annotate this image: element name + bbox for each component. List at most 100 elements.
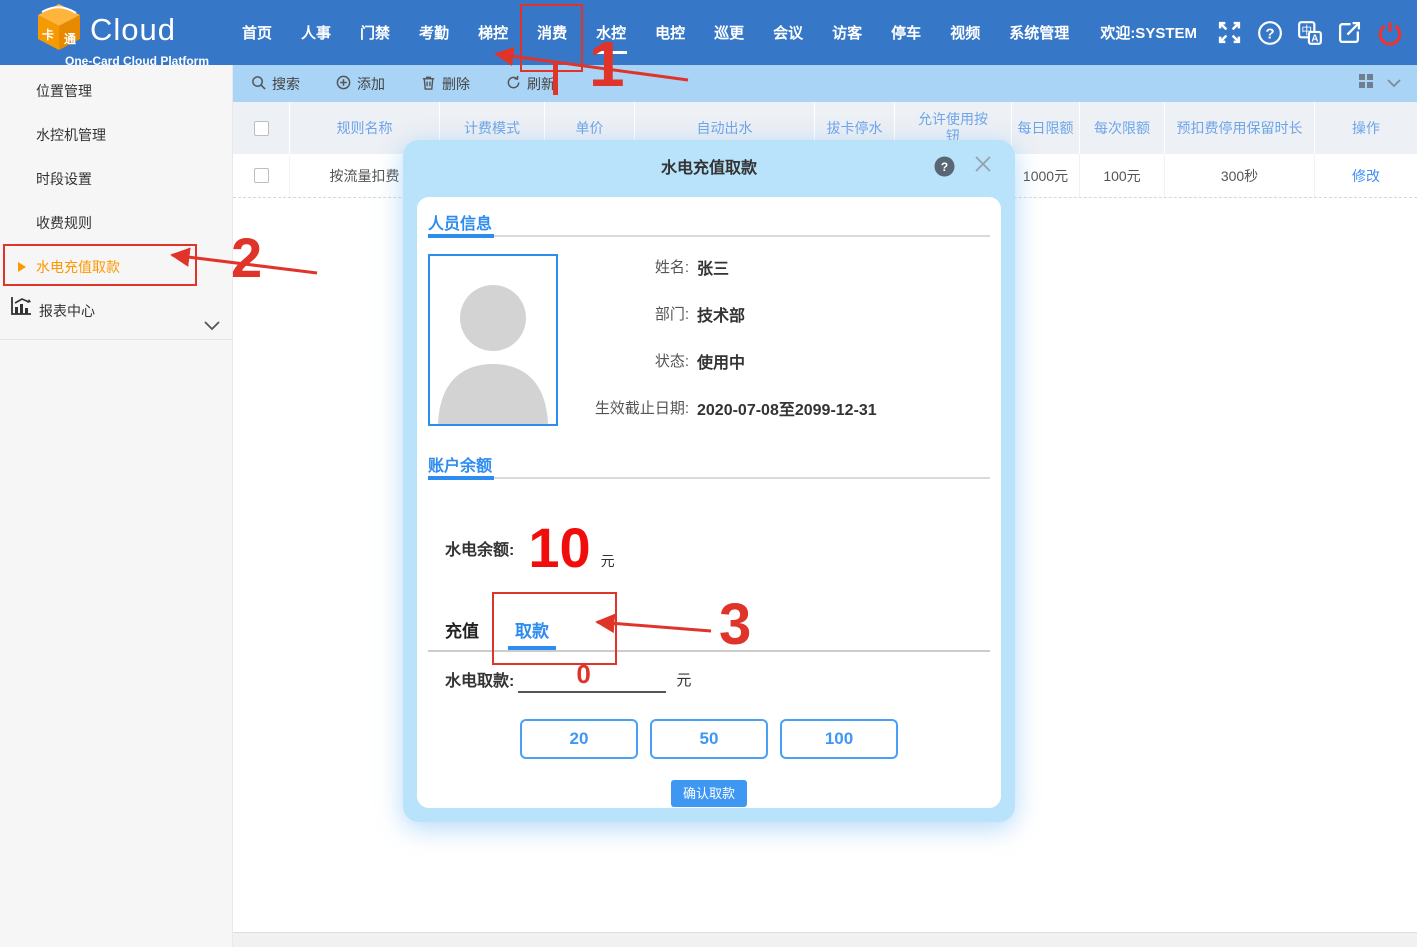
grid-view-icon[interactable] (1359, 74, 1373, 93)
person-field-row: 部门: 技术部 (567, 290, 992, 337)
toolbar: 搜索 添加 删除 (233, 65, 1417, 102)
modify-link[interactable]: 修改 (1315, 154, 1417, 197)
cell-hold-time: 300秒 (1165, 154, 1315, 197)
amount-50-button[interactable]: 50 (650, 719, 768, 759)
nav-item-elevator[interactable]: 梯控 (473, 20, 513, 45)
footer-strip (233, 932, 1417, 947)
field-label: 姓名: (567, 256, 697, 277)
select-all-checkbox[interactable] (254, 121, 269, 136)
nav-item-home[interactable]: 首页 (237, 20, 277, 45)
col-header-action: 操作 (1315, 102, 1417, 154)
tab-active-underline (508, 646, 556, 650)
amount-20-button[interactable]: 20 (520, 719, 638, 759)
person-field-row: 生效截止日期: 2020-07-08至2099-12-31 (567, 384, 992, 431)
app-window: 卡 通 Cloud One-Card Cloud Platform 首页 人事 … (0, 0, 1417, 947)
tab-bar: 充值 取款 (445, 617, 549, 642)
sidebar-item-charge-rules[interactable]: 收费规则 (0, 201, 232, 245)
sidebar-item-location[interactable]: 位置管理 (0, 69, 232, 113)
balance-unit: 元 (601, 551, 615, 571)
dialog-title: 水电充值取款 (403, 140, 1015, 197)
col-header-per-limit: 每次限额 (1080, 102, 1165, 154)
amount-100-button[interactable]: 100 (780, 719, 898, 759)
row-checkbox[interactable] (254, 168, 269, 183)
nav-item-consume[interactable]: 消费 (532, 20, 572, 45)
toolbar-right-group (1359, 65, 1401, 102)
nav-item-parking[interactable]: 停车 (886, 20, 926, 45)
fullscreen-icon[interactable] (1216, 19, 1243, 46)
brand-logo: 卡 通 Cloud One-Card Cloud Platform (36, 2, 238, 68)
nav-right-group: 欢迎:SYSTEM ? 中 (1100, 0, 1403, 65)
section-accent-bar (428, 476, 494, 480)
person-photo (428, 254, 558, 426)
field-label: 状态: (567, 350, 697, 371)
withdraw-amount-input[interactable]: 0 (518, 667, 666, 693)
sidebar-item-label: 水控机管理 (36, 127, 106, 143)
sidebar: 位置管理 水控机管理 时段设置 收费规则 水电充值取款 (0, 65, 233, 947)
sidebar-item-label: 时段设置 (36, 171, 92, 187)
refresh-label: 刷新 (527, 74, 555, 94)
withdraw-input-value: 0 (576, 659, 590, 690)
withdraw-input-row: 水电取款: 0 元 (445, 665, 691, 693)
cube-logo-icon: 卡 通 (36, 2, 82, 57)
nav-item-electric[interactable]: 电控 (650, 20, 690, 45)
col-header-hold-time: 预扣费停用保留时长 (1165, 102, 1315, 154)
brand-name: Cloud (90, 12, 176, 48)
add-circle-icon (336, 75, 351, 93)
balance-row: 水电余额: 10 元 (445, 515, 615, 581)
tab-divider (428, 650, 990, 652)
field-value: 技术部 (697, 302, 745, 326)
delete-button[interactable]: 删除 (421, 74, 470, 94)
person-field-row: 姓名: 张三 (567, 243, 992, 290)
confirm-withdraw-button[interactable]: 确认取款 (671, 780, 747, 807)
field-label: 生效截止日期: (567, 397, 697, 418)
bar-chart-icon (10, 289, 32, 333)
section-accent-bar (428, 234, 494, 238)
recharge-withdraw-dialog: 水电充值取款 ? 人员信息 (403, 140, 1015, 822)
chevron-down-icon[interactable] (1387, 75, 1401, 93)
nav-item-personnel[interactable]: 人事 (296, 20, 336, 45)
help-icon[interactable]: ? (1256, 19, 1283, 46)
nav-item-patrol[interactable]: 巡更 (709, 20, 749, 45)
add-button[interactable]: 添加 (336, 74, 385, 94)
sidebar-item-recharge-withdraw[interactable]: 水电充值取款 (0, 245, 232, 289)
external-link-icon[interactable] (1336, 19, 1363, 46)
trash-icon (421, 75, 436, 93)
select-all-cell (233, 102, 290, 154)
sidebar-item-report-center[interactable]: 报表中心 (0, 289, 232, 333)
section-divider (428, 477, 990, 479)
delete-label: 删除 (442, 74, 470, 94)
sidebar-item-label: 收费规则 (36, 215, 92, 231)
search-icon (251, 75, 266, 93)
nav-item-attendance[interactable]: 考勤 (414, 20, 454, 45)
nav-item-access[interactable]: 门禁 (355, 20, 395, 45)
col-header-daily-limit: 每日限额 (1012, 102, 1080, 154)
field-label: 部门: (567, 303, 697, 324)
nav-item-system[interactable]: 系统管理 (1004, 20, 1074, 45)
tab-withdraw[interactable]: 取款 (515, 617, 549, 642)
refresh-button[interactable]: 刷新 (506, 74, 555, 94)
search-label: 搜索 (272, 74, 300, 94)
nav-item-meeting[interactable]: 会议 (768, 20, 808, 45)
cell-daily-limit: 1000元 (1012, 154, 1080, 197)
chevron-down-icon[interactable] (204, 304, 220, 348)
svg-text:?: ? (1265, 25, 1274, 42)
translate-icon[interactable]: 中 A (1296, 19, 1323, 46)
sidebar-divider (0, 339, 232, 340)
search-button[interactable]: 搜索 (251, 74, 300, 94)
tab-recharge[interactable]: 充值 (445, 617, 479, 642)
nav-item-video[interactable]: 视频 (945, 20, 985, 45)
nav-item-visitor[interactable]: 访客 (827, 20, 867, 45)
sidebar-item-timeperiod[interactable]: 时段设置 (0, 157, 232, 201)
cell-per-limit: 100元 (1080, 154, 1165, 197)
svg-text:卡: 卡 (42, 27, 54, 42)
welcome-user-label: 欢迎:SYSTEM (1100, 22, 1197, 43)
sidebar-item-device[interactable]: 水控机管理 (0, 113, 232, 157)
dialog-close-icon[interactable] (973, 154, 993, 179)
person-field-row: 状态: 使用中 (567, 337, 992, 384)
power-icon[interactable] (1376, 19, 1403, 46)
dialog-help-icon[interactable]: ? (934, 156, 955, 182)
balance-label: 水电余额: (445, 536, 514, 560)
main-menu: 首页 人事 门禁 考勤 梯控 消费 水控 电控 巡更 会议 访客 停车 视频 系… (237, 0, 1074, 65)
active-triangle-icon (18, 262, 26, 272)
nav-item-water-control[interactable]: 水控 (591, 20, 631, 45)
